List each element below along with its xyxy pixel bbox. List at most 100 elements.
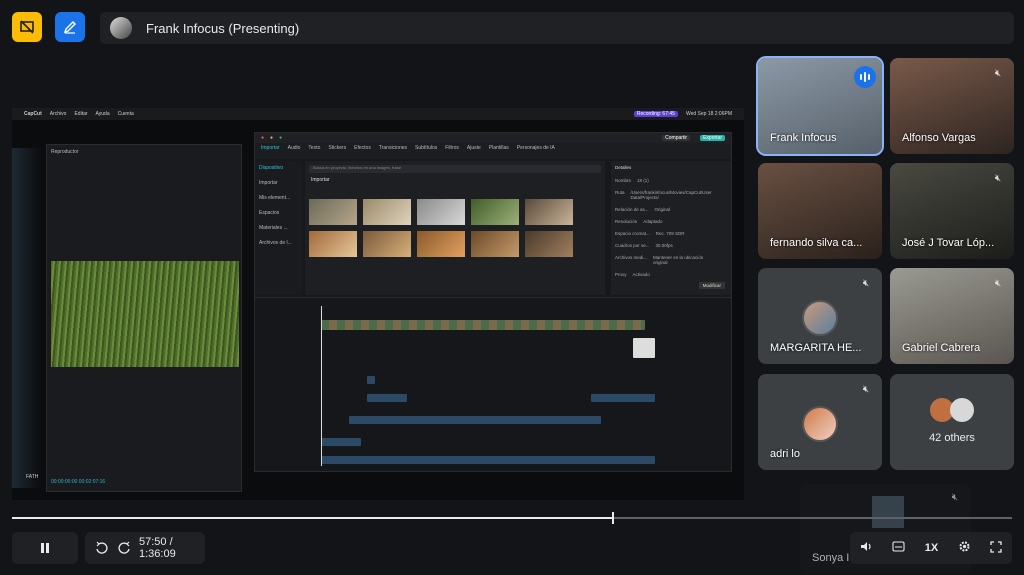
participant-tile-adri[interactable]: 🔇︎ adri lo xyxy=(758,374,882,470)
participant-tile-others[interactable]: 42 others xyxy=(890,374,1014,470)
capcut-tabs: Importar Audio Texto Stickers Efectos Tr… xyxy=(255,143,731,159)
details-title: Detalles xyxy=(615,165,632,170)
detail-key: Relación de as... xyxy=(615,207,649,212)
speaking-indicator-icon xyxy=(854,66,876,88)
present-off-icon[interactable] xyxy=(12,12,42,42)
media-thumb xyxy=(309,231,357,257)
rewind-10-icon[interactable] xyxy=(95,541,109,555)
share-button: Compartir xyxy=(662,135,691,141)
detail-value: Original xyxy=(654,207,671,212)
media-thumb xyxy=(471,231,519,257)
tab-ajuste: Ajuste xyxy=(466,145,481,151)
mic-off-icon: 🔇︎ xyxy=(862,278,870,289)
participant-name: MARGARITA HE... xyxy=(770,342,862,354)
sidebar-item-archivos: Archivos de l... xyxy=(259,240,292,246)
participant-name: José J Tovar Lóp... xyxy=(902,237,995,249)
detail-key: Resolución xyxy=(615,219,638,224)
participant-name: Frank Infocus xyxy=(770,132,837,144)
mic-off-icon: 🔇︎ xyxy=(862,384,870,395)
tab-audio: Audio xyxy=(287,145,301,151)
media-thumb xyxy=(363,231,411,257)
forward-10-icon[interactable] xyxy=(117,541,131,555)
detail-key: Ruta xyxy=(615,190,625,195)
audio-clip xyxy=(367,376,375,384)
blurred-background xyxy=(12,148,42,488)
audio-clip xyxy=(349,416,601,424)
modify-button: Modificar xyxy=(698,282,725,289)
detail-key: Espacio cromat... xyxy=(615,231,650,236)
mic-off-icon: 🔇︎ xyxy=(994,278,1002,289)
capcut-sidebar: Dispositivo Importar Mis element... Espa… xyxy=(255,161,303,295)
timeline xyxy=(255,297,731,471)
menubar-datetime: Wed Sep 18 2:06PM xyxy=(685,111,732,117)
presenter-bar: Frank Infocus (Presenting) xyxy=(100,12,1014,44)
tab-personajes: Personajes de IA xyxy=(516,145,555,151)
media-thumb xyxy=(471,199,519,225)
participant-name: adri lo xyxy=(770,448,800,460)
sidebar-item-espacios: Espacios xyxy=(259,210,280,216)
video-track xyxy=(321,320,645,330)
left-overlay-label: FATH xyxy=(26,474,39,480)
detail-value: Adaptado xyxy=(643,219,663,224)
detail-value: /Users/frankinfocus/Movies/CapCut/User D… xyxy=(630,190,712,200)
fullscreen-icon[interactable] xyxy=(990,540,1002,556)
playback-time: 57:50 / 1:36:09 xyxy=(139,536,176,560)
avatar xyxy=(950,398,974,422)
playback-progress-bar[interactable] xyxy=(12,512,1012,524)
audio-clip xyxy=(367,394,407,402)
media-import-button: Importar xyxy=(311,177,330,183)
avatar xyxy=(110,17,132,39)
tab-texto: Texto xyxy=(308,145,321,151)
detail-value: Mantener en la ubicación original xyxy=(653,255,704,265)
sidebar-item-dispositivo: Dispositivo xyxy=(259,165,284,171)
participant-name: Gabriel Cabrera xyxy=(902,342,981,354)
detail-key: Cuadros por se... xyxy=(615,243,650,248)
video-clip xyxy=(633,338,655,358)
presenter-title: Frank Infocus (Presenting) xyxy=(146,20,300,36)
recording-indicator: Recording: 67:45 xyxy=(633,111,678,117)
media-thumb xyxy=(525,231,573,257)
detail-key: Nombre xyxy=(615,178,632,183)
pause-button[interactable] xyxy=(12,532,78,564)
player-right-controls: 1X xyxy=(850,532,1012,564)
participant-tile-margarita[interactable]: 🔇︎ MARGARITA HE... xyxy=(758,268,882,364)
tab-filtros: Filtros xyxy=(445,145,459,151)
detail-value: Activado xyxy=(632,272,650,277)
media-thumb xyxy=(417,199,465,225)
participant-name: fernando silva ca... xyxy=(770,237,863,249)
volume-icon[interactable] xyxy=(860,540,873,556)
settings-gear-icon[interactable] xyxy=(958,540,971,556)
participant-name: Sonya I xyxy=(812,552,850,564)
participant-tile-frank[interactable]: Frank Infocus xyxy=(756,56,884,156)
captions-icon[interactable] xyxy=(892,541,905,555)
menu-editar: Editar xyxy=(74,111,88,117)
tab-efectos: Efectos xyxy=(354,145,371,151)
speed-button[interactable]: 1X xyxy=(925,542,938,554)
participant-tile-gabriel[interactable]: 🔇︎ Gabriel Cabrera xyxy=(890,268,1014,364)
menu-cuenta: Cuenta xyxy=(117,111,134,117)
detail-value: Rec. 709 SDR xyxy=(655,231,685,236)
avatar xyxy=(872,496,904,528)
capcut-window: ● ● ● Compartir Exportar Importar Audio Te… xyxy=(254,132,732,472)
detail-key: Proxy xyxy=(615,272,627,277)
mac-menubar: CapCut Archivo Editar Ayuda Cuenta Recor… xyxy=(12,108,744,120)
mic-off-icon: 🔇︎ xyxy=(951,492,958,503)
media-thumb xyxy=(309,199,357,225)
audio-clip xyxy=(321,438,361,446)
participant-tile-jose[interactable]: 🔇︎ José J Tovar Lóp... xyxy=(890,163,1014,259)
details-panel: Detalles Nombre 18 (1) Ruta/Users/frankin… xyxy=(611,161,731,295)
cornfield-preview xyxy=(51,261,239,367)
media-search: Busca en proyecto, ficheros en una image… xyxy=(309,165,601,173)
tab-stickers: Stickers xyxy=(328,145,347,151)
player-timecode: 00:00:00:00 00:02:07:16 xyxy=(51,479,106,485)
shared-screen: CapCut Archivo Editar Ayuda Cuenta Recor… xyxy=(12,108,744,500)
export-button: Exportar xyxy=(700,135,725,141)
participant-tile-alfonso[interactable]: 🔇︎ Alfonso Vargas xyxy=(890,58,1014,154)
detail-key: Archivos medi... xyxy=(615,255,648,260)
participant-tile-fernando[interactable]: fernando silva ca... xyxy=(758,163,882,259)
progress-knob[interactable] xyxy=(612,512,614,524)
menu-archivo: Archivo xyxy=(49,111,67,117)
annotate-pen-icon[interactable] xyxy=(55,12,85,42)
participant-name: Alfonso Vargas xyxy=(902,132,976,144)
media-panel: Busca en proyecto, ficheros en una image… xyxy=(305,161,605,295)
